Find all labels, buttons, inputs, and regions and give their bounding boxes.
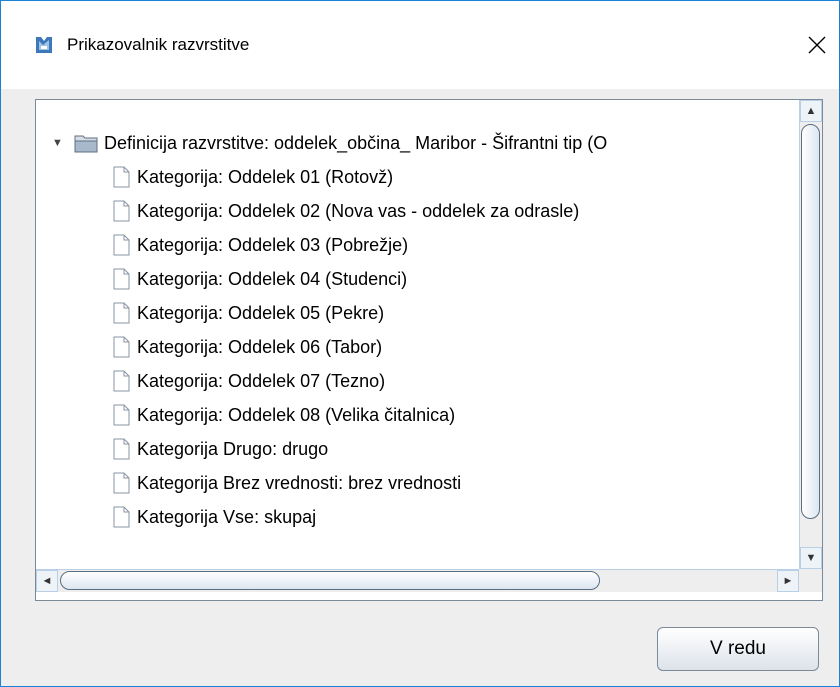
horizontal-scrollbar[interactable]: ◄ ►	[36, 569, 799, 592]
arrow-left-icon: ◄	[41, 575, 53, 587]
document-icon	[113, 302, 130, 324]
scrollbar-corner	[799, 569, 822, 592]
tree-node[interactable]: Kategorija: Oddelek 01 (Rotovž)	[110, 160, 393, 194]
document-icon	[113, 166, 130, 188]
tree-node[interactable]: Kategorija: Oddelek 05 (Pekre)	[110, 296, 384, 330]
horizontal-scroll-thumb[interactable]	[60, 571, 600, 590]
close-button[interactable]	[795, 23, 839, 67]
tree-node[interactable]: Kategorija: Oddelek 08 (Velika čitalnica…	[110, 398, 455, 432]
tree-node-label: Kategorija: Oddelek 01 (Rotovž)	[137, 166, 394, 187]
tree-scroll-pane: ▼ Definicija razvrstitve: oddelek_občina…	[35, 99, 823, 601]
tree-node-label: Kategorija Brez vrednosti: brez vrednost…	[137, 472, 462, 493]
vertical-scroll-thumb[interactable]	[801, 124, 820, 519]
tree-node[interactable]: Kategorija: Oddelek 07 (Tezno)	[110, 364, 385, 398]
expand-toggle-icon[interactable]: ▼	[52, 137, 68, 149]
document-icon	[113, 370, 130, 392]
dialog-content: ▼ Definicija razvrstitve: oddelek_občina…	[1, 89, 839, 686]
window-title: Prikazovalnik razvrstitve	[67, 35, 250, 54]
tree-node-label: Kategorija: Oddelek 03 (Pobrežje)	[137, 234, 409, 255]
tree-node-label: Kategorija Vse: skupaj	[137, 506, 317, 527]
scroll-down-button[interactable]: ▼	[800, 547, 822, 569]
title-bar[interactable]: Prikazovalnik razvrstitve	[1, 1, 839, 89]
tree-node-label: Kategorija: Oddelek 07 (Tezno)	[137, 370, 386, 391]
document-icon	[113, 506, 130, 528]
tree-node-label: Kategorija: Oddelek 05 (Pekre)	[137, 302, 385, 323]
tree-node[interactable]: Kategorija: Oddelek 02 (Nova vas - oddel…	[110, 194, 579, 228]
dialog-window: Prikazovalnik razvrstitve ▼ Definicija r…	[0, 0, 840, 687]
document-icon	[113, 234, 130, 256]
close-icon	[808, 36, 826, 54]
document-icon	[113, 404, 130, 426]
ok-button[interactable]: V redu	[657, 627, 819, 671]
scroll-left-button[interactable]: ◄	[36, 570, 58, 592]
document-icon	[113, 200, 130, 222]
scroll-up-button[interactable]: ▲	[800, 100, 822, 122]
vertical-scrollbar[interactable]: ▲ ▼	[799, 100, 822, 569]
tree-view[interactable]: ▼ Definicija razvrstitve: oddelek_občina…	[36, 100, 799, 569]
tree-node-label: Kategorija Drugo: drugo	[137, 438, 329, 459]
document-icon	[113, 438, 130, 460]
tree-node-label: Kategorija: Oddelek 06 (Tabor)	[137, 336, 383, 357]
tree-node-label: Kategorija: Oddelek 04 (Studenci)	[137, 268, 408, 289]
arrow-right-icon: ►	[782, 575, 794, 587]
tree-node-label: Kategorija: Oddelek 02 (Nova vas - oddel…	[137, 200, 580, 221]
tree-node[interactable]: Kategorija Brez vrednosti: brez vrednost…	[110, 466, 461, 500]
tree-root-label: Definicija razvrstitve: oddelek_občina_ …	[104, 132, 608, 153]
app-logo-icon	[36, 37, 52, 53]
tree-node-label: Kategorija: Oddelek 08 (Velika čitalnica…	[137, 404, 456, 425]
folder-icon	[74, 135, 98, 153]
document-icon	[113, 472, 130, 494]
document-icon	[113, 336, 130, 358]
document-icon	[113, 268, 130, 290]
scroll-right-button[interactable]: ►	[777, 570, 799, 592]
tree-node[interactable]: Kategorija: Oddelek 06 (Tabor)	[110, 330, 382, 364]
tree-node[interactable]: Kategorija: Oddelek 04 (Studenci)	[110, 262, 407, 296]
arrow-up-icon: ▲	[805, 105, 817, 117]
tree-node[interactable]: Kategorija: Oddelek 03 (Pobrežje)	[110, 228, 408, 262]
tree-node[interactable]: Kategorija Drugo: drugo	[110, 432, 328, 466]
tree-node[interactable]: Kategorija Vse: skupaj	[110, 500, 316, 534]
arrow-down-icon: ▼	[805, 552, 817, 564]
tree-root-node[interactable]: ▼ Definicija razvrstitve: oddelek_občina…	[52, 126, 607, 160]
